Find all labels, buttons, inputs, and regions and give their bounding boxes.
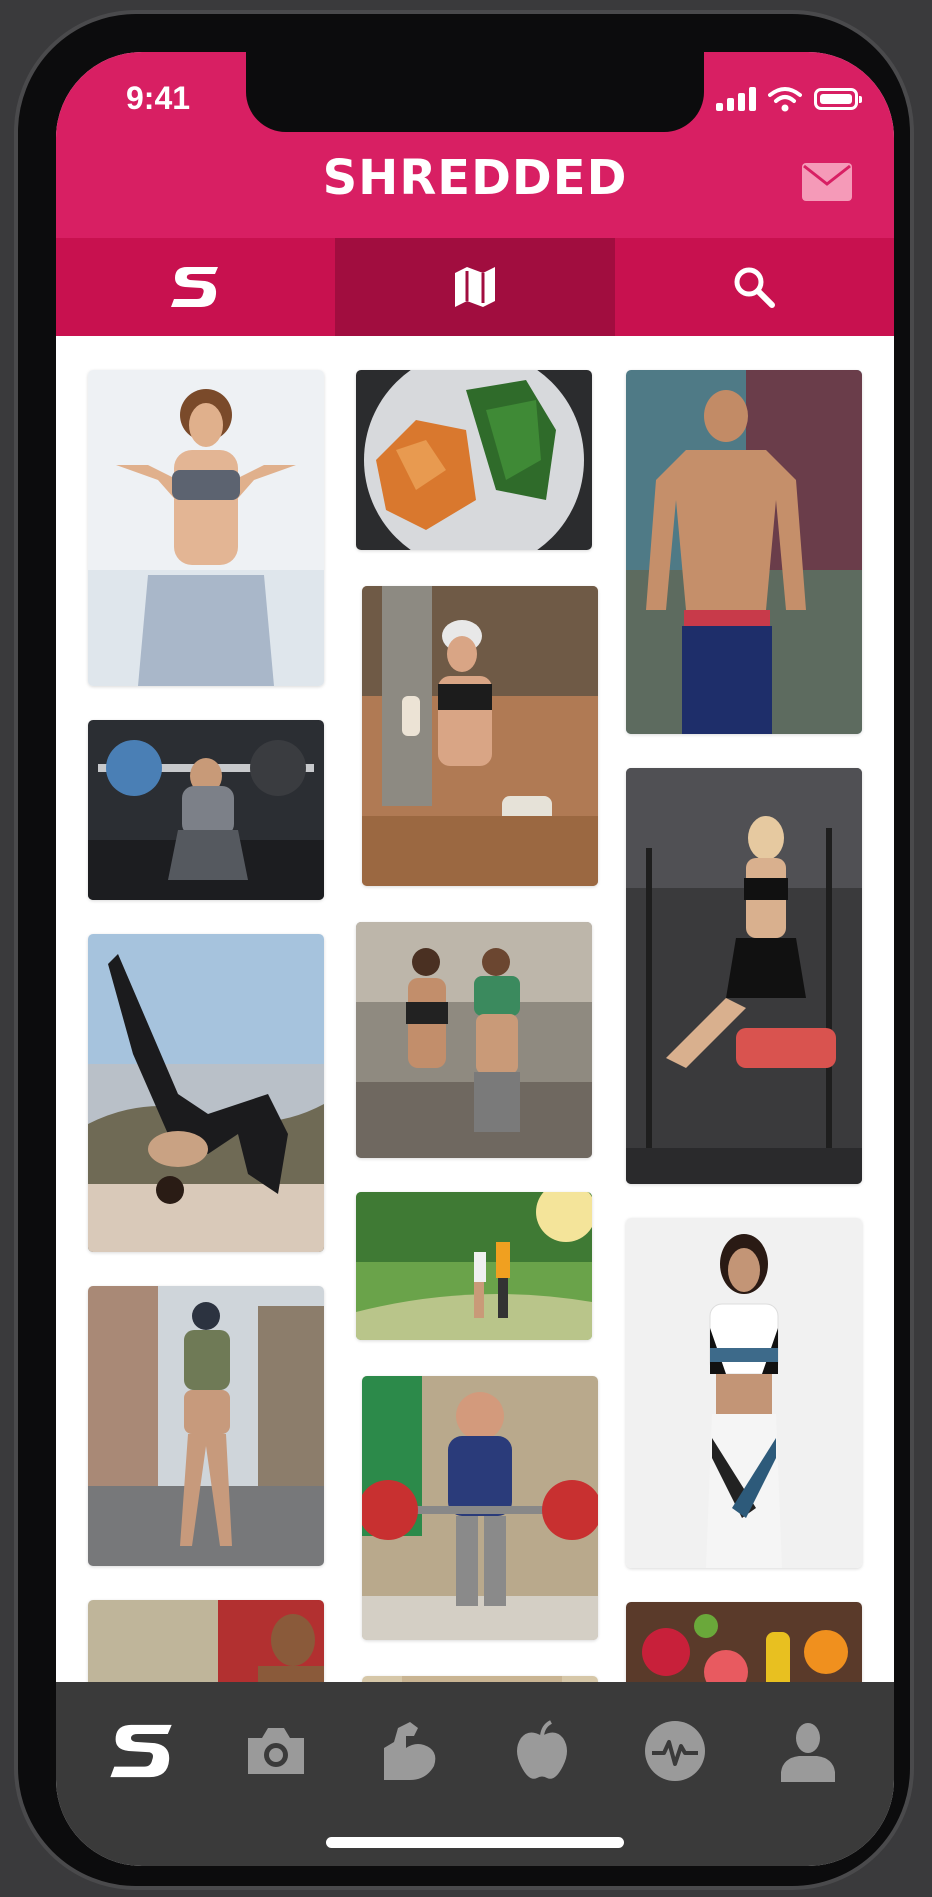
device-notch	[246, 52, 704, 132]
top-tab-bar	[56, 238, 894, 336]
photo-fitness-woman-peace-sign[interactable]	[88, 370, 324, 686]
nav-activity[interactable]	[640, 1716, 710, 1786]
apple-icon	[516, 1720, 567, 1779]
photo-woman-yoga-backbend[interactable]	[88, 934, 324, 1252]
bottom-navigation	[56, 1682, 894, 1866]
shredded-s-icon	[109, 1724, 172, 1778]
photo-bodybuilder-partial[interactable]	[88, 1600, 324, 1682]
photo-woman-protein-shake[interactable]	[362, 586, 598, 886]
photo-couple-jogging-park[interactable]	[356, 1192, 592, 1340]
status-time: 9:41	[126, 80, 191, 116]
photo-shirtless-man-abs[interactable]	[626, 370, 862, 734]
home-indicator[interactable]	[326, 1837, 624, 1848]
muscle-arm-icon	[383, 1722, 435, 1780]
mail-icon[interactable]	[802, 163, 852, 201]
shredded-s-icon	[170, 267, 218, 307]
photo-woman-gym-bench[interactable]	[626, 768, 862, 1184]
photo-powerlifter-deadlift[interactable]	[362, 1376, 598, 1640]
map-icon	[454, 267, 495, 307]
photo-sports-bra-leggings-model[interactable]	[626, 1218, 862, 1568]
nav-workouts[interactable]	[374, 1716, 444, 1786]
nav-camera[interactable]	[241, 1716, 311, 1786]
profile-icon	[780, 1723, 835, 1782]
nav-profile[interactable]	[773, 1716, 843, 1786]
nav-shredded-home[interactable]	[108, 1716, 178, 1786]
photo-couple-gym-selfie[interactable]	[356, 922, 592, 1158]
tab-map[interactable]	[335, 238, 615, 336]
nav-nutrition[interactable]	[507, 1716, 577, 1786]
heartbeat-icon	[644, 1721, 705, 1781]
cellular-signal-icon	[716, 87, 756, 111]
camera-icon	[247, 1728, 304, 1774]
search-icon	[734, 267, 776, 308]
photo-fruits-vegetables[interactable]	[626, 1602, 862, 1682]
app-logo: SHREDDED	[322, 150, 628, 206]
photo-woman-fitness-cap[interactable]	[88, 1286, 324, 1566]
photo-man-barbell-squat[interactable]	[88, 720, 324, 900]
tab-search[interactable]	[615, 238, 894, 336]
photo-salmon-vegetable-plate[interactable]	[356, 370, 592, 550]
status-icons	[716, 86, 862, 112]
bottom-nav-items	[56, 1716, 894, 1786]
photo-grid	[56, 336, 894, 1682]
app-screen: SHREDDED 9:41	[56, 52, 894, 1866]
tab-shredded-feed[interactable]	[56, 238, 335, 336]
battery-icon	[814, 88, 862, 110]
wifi-icon	[768, 87, 802, 112]
